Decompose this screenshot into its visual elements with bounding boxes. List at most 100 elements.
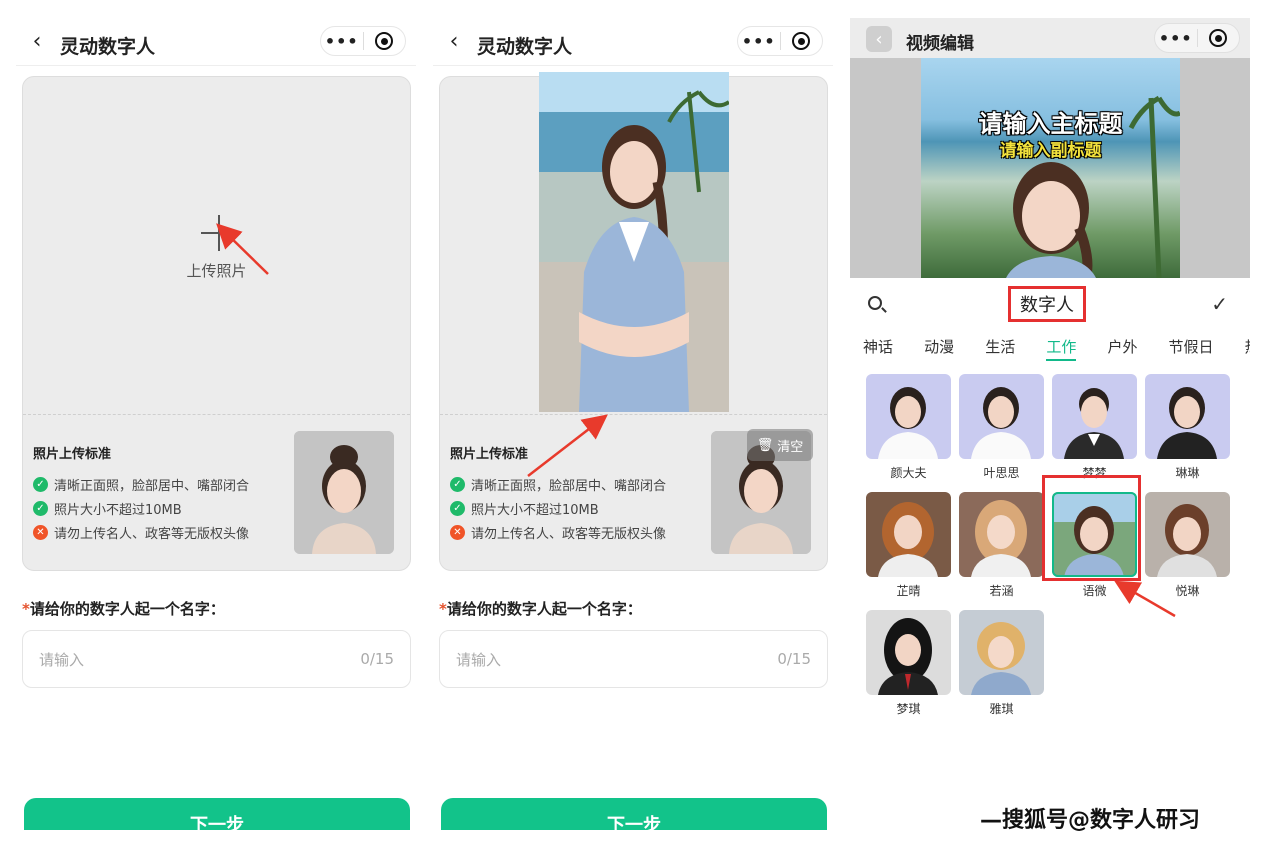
avatar-card[interactable]: 梦梦 — [1052, 374, 1137, 481]
name-input[interactable]: 请输入 0/15 — [439, 630, 828, 688]
target-icon[interactable] — [781, 32, 823, 50]
avatar-thumbnail[interactable] — [959, 374, 1044, 459]
check-circle-icon: ✓ — [33, 500, 48, 516]
avatar-name: 若涵 — [989, 584, 1014, 598]
menu-capsule: ••• — [1154, 23, 1240, 53]
tab-remen[interactable]: 热门 — [1245, 336, 1250, 357]
tab-gongzuo[interactable]: 工作 — [1046, 336, 1077, 361]
avatar-name: 颜大夫 — [890, 466, 927, 480]
tab-jiejiari[interactable]: 节假日 — [1169, 336, 1214, 357]
avatar-name: 芷晴 — [896, 584, 921, 598]
upload-label: 上传照片 — [186, 262, 247, 280]
standard-item: ✕ 请勿上传名人、政客等无版权头像 — [33, 520, 249, 544]
more-dots-icon[interactable]: ••• — [738, 32, 780, 51]
avatar-card[interactable]: 梦琪 — [866, 610, 951, 717]
x-circle-icon: ✕ — [450, 524, 465, 540]
target-icon[interactable] — [1198, 29, 1240, 47]
plus-icon[interactable] — [201, 215, 237, 251]
avatar-name: 语微 — [1082, 584, 1107, 598]
name-label: *请给你的数字人起一个名字： — [22, 600, 225, 618]
standard-item: ✓ 照片大小不超过10MB — [33, 496, 249, 520]
tab-dongman[interactable]: 动漫 — [924, 336, 954, 357]
page-title: 灵动数字人 — [60, 36, 156, 58]
uploaded-photo — [539, 72, 729, 412]
avatar-name: 叶思思 — [983, 466, 1020, 480]
standard-item: ✓ 清晰正面照，脸部居中、嘴部闭合 — [33, 472, 249, 496]
char-counter: 0/15 — [360, 650, 394, 668]
search-input[interactable]: 数字人 — [1008, 286, 1086, 322]
check-circle-icon: ✓ — [450, 476, 465, 492]
video-preview: 请输入主标题 请输入副标题 — [850, 58, 1250, 278]
check-circle-icon: ✓ — [33, 476, 48, 492]
standard-item: ✓ 照片大小不超过10MB — [450, 496, 666, 520]
page-title: 灵动数字人 — [477, 36, 573, 58]
avatar-card[interactable]: 雅琪 — [959, 610, 1044, 717]
upload-screen-filled: ‹ 灵动数字人 ••• 照片上传标准 ✓ 清晰正面照，脸部居中、嘴部闭合 ✓ 照片大… — [433, 18, 833, 830]
photo-standards: 照片上传标准 ✓ 清晰正面照，脸部居中、嘴部闭合 ✓ 照片大小不超过10MB ✕ 请勿… — [450, 443, 666, 544]
avatar-name: 琳琳 — [1175, 466, 1200, 480]
avatar-thumbnail[interactable] — [1052, 374, 1137, 459]
avatar-card[interactable]: 若涵 — [959, 492, 1044, 599]
standard-item: ✕ 请勿上传名人、政客等无版权头像 — [450, 520, 666, 544]
name-placeholder: 请输入 — [39, 650, 85, 669]
standard-item: ✓ 清晰正面照，脸部居中、嘴部闭合 — [450, 472, 666, 496]
top-bar: ‹ 灵动数字人 ••• — [16, 18, 416, 66]
sample-photo — [294, 431, 394, 554]
check-circle-icon: ✓ — [450, 500, 465, 516]
search-icon[interactable] — [868, 296, 882, 310]
next-button[interactable]: 下一步 — [441, 798, 827, 830]
menu-capsule: ••• — [737, 26, 823, 56]
trash-icon: 🗑 — [756, 437, 774, 453]
x-circle-icon: ✕ — [33, 524, 48, 540]
more-dots-icon[interactable]: ••• — [321, 32, 363, 51]
avatar-name: 梦琪 — [896, 702, 921, 716]
avatar-thumbnail[interactable] — [1145, 492, 1230, 577]
avatar-card[interactable]: 叶思思 — [959, 374, 1044, 481]
upload-screen-empty: ‹ 灵动数字人 ••• 上传照片 照片上传标准 ✓ 清晰正面照，脸部居中、嘴部闭合… — [16, 18, 416, 830]
tab-shenhua[interactable]: 神话 — [863, 336, 893, 357]
preview-main-title[interactable]: 请输入主标题 — [921, 104, 1180, 139]
next-button[interactable]: 下一步 — [24, 798, 410, 830]
avatar-thumbnail[interactable] — [866, 610, 951, 695]
avatar-card[interactable]: 芷晴 — [866, 492, 951, 599]
photo-standards: 照片上传标准 ✓ 清晰正面照，脸部居中、嘴部闭合 ✓ 照片大小不超过10MB ✕ 请勿… — [33, 443, 249, 544]
tab-huwai[interactable]: 户外 — [1107, 336, 1137, 357]
back-chevron-icon[interactable]: ‹ — [443, 29, 465, 54]
name-input[interactable]: 请输入 0/15 — [22, 630, 411, 688]
category-tabs: 神话 动漫 生活 工作 户外 节假日 热门 — [850, 336, 1250, 366]
char-counter: 0/15 — [777, 650, 811, 668]
upload-photo-area[interactable]: 上传照片 — [23, 77, 410, 415]
back-chevron-icon[interactable]: ‹ — [866, 26, 892, 52]
standards-title: 照片上传标准 — [33, 447, 112, 462]
avatar-thumbnail[interactable] — [959, 492, 1044, 577]
avatar-name: 悦琳 — [1175, 584, 1200, 598]
clear-button[interactable]: 🗑 清空 — [747, 429, 813, 461]
menu-capsule: ••• — [320, 26, 406, 56]
avatar-card[interactable]: 颜大夫 — [866, 374, 951, 481]
avatar-thumbnail[interactable] — [1145, 374, 1230, 459]
avatar-card[interactable]: 悦琳 — [1145, 492, 1230, 599]
target-icon[interactable] — [364, 32, 406, 50]
page-title: 视频编辑 — [906, 34, 974, 54]
standards-title: 照片上传标准 — [450, 447, 529, 462]
avatar-name: 雅琪 — [989, 702, 1014, 716]
avatar-thumbnail[interactable] — [866, 374, 951, 459]
back-chevron-icon[interactable]: ‹ — [26, 29, 48, 54]
tab-shenghuo[interactable]: 生活 — [985, 336, 1015, 357]
avatar-thumbnail[interactable] — [866, 492, 951, 577]
video-edit-screen: ‹ 视频编辑 ••• 请输入主标题 请输入副标题 数字人 ✓ 神话 动漫 生活 — [850, 18, 1250, 730]
avatar-search-bar: 数字人 ✓ — [850, 282, 1250, 326]
top-bar: ‹ 灵动数字人 ••• — [433, 18, 833, 66]
selection-highlight-box — [1042, 475, 1141, 581]
top-bar: ‹ 视频编辑 ••• — [850, 18, 1250, 58]
checkmark-icon[interactable]: ✓ — [1211, 292, 1228, 316]
preview-sub-title[interactable]: 请输入副标题 — [921, 136, 1180, 161]
avatar-thumbnail[interactable] — [959, 610, 1044, 695]
name-label: *请给你的数字人起一个名字： — [439, 600, 642, 618]
more-dots-icon[interactable]: ••• — [1155, 29, 1197, 48]
avatar-card[interactable]: 琳琳 — [1145, 374, 1230, 481]
name-placeholder: 请输入 — [456, 650, 502, 669]
upload-card: 上传照片 照片上传标准 ✓ 清晰正面照，脸部居中、嘴部闭合 ✓ 照片大小不超过10M… — [22, 76, 411, 571]
preview-image: 请输入主标题 请输入副标题 — [921, 58, 1180, 278]
watermark: —搜狐号@数字人研习 — [980, 808, 1201, 833]
